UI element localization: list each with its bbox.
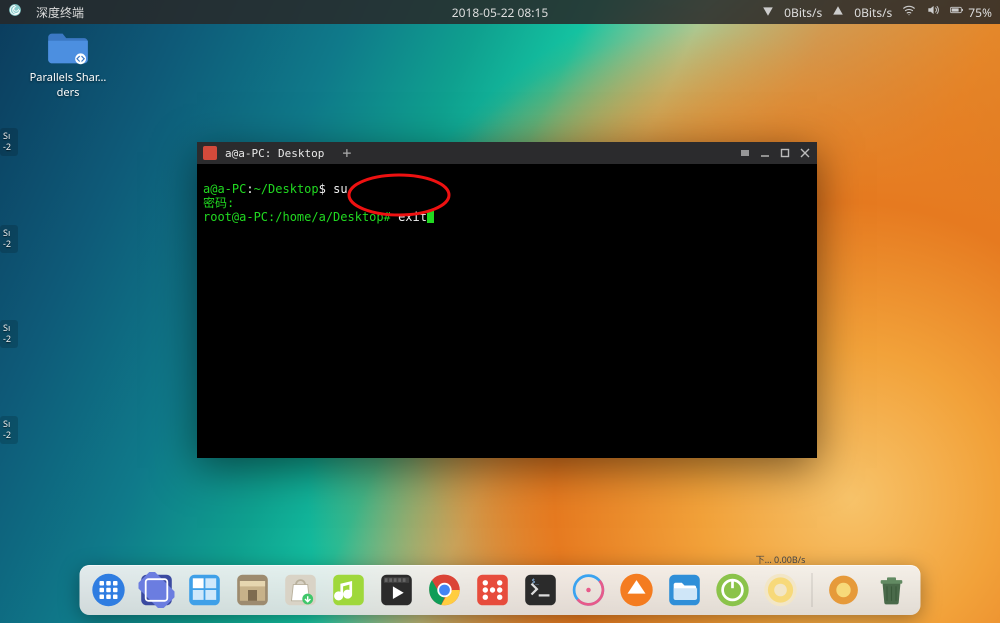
network-icon[interactable] <box>902 3 916 21</box>
term-sep: : <box>246 182 253 196</box>
dock-chrome[interactable] <box>426 571 464 609</box>
net-up-label: 0Bits/s <box>854 4 892 21</box>
new-tab-button[interactable]: + <box>342 146 351 161</box>
term-dollar: $ <box>319 182 326 196</box>
minimize-button[interactable] <box>759 147 771 159</box>
terminal-window[interactable]: a@a-PC: Desktop + a@a-PC:~/Desktop$ su 密… <box>197 142 817 458</box>
volume-icon[interactable] <box>926 3 940 21</box>
dock-power[interactable] <box>714 571 752 609</box>
svg-text:$_: $_ <box>532 578 540 585</box>
close-button[interactable] <box>799 147 811 159</box>
net-down-indicator <box>762 4 774 21</box>
dock-player[interactable] <box>378 571 416 609</box>
folder-icon <box>45 30 91 66</box>
window-menu-button[interactable] <box>739 147 751 159</box>
battery-icon[interactable] <box>950 3 964 21</box>
maximize-button[interactable] <box>779 147 791 159</box>
dock-separator <box>812 573 813 607</box>
terminal-body[interactable]: a@a-PC:~/Desktop$ su 密码: root@a-PC:/home… <box>197 164 817 458</box>
dock-system[interactable]: 下… 0.00B/s <box>762 571 800 609</box>
dock-store[interactable] <box>234 571 272 609</box>
edge-widget: Sı -2 <box>0 320 18 348</box>
dock-launcher[interactable] <box>90 571 128 609</box>
dock-terminal[interactable]: $_ <box>522 571 560 609</box>
term-prompt-user: a@a-PC <box>203 182 246 196</box>
dock-ring[interactable] <box>570 571 608 609</box>
terminal-titlebar[interactable]: a@a-PC: Desktop + <box>197 142 817 164</box>
active-app-title: 深度终端 <box>36 4 84 21</box>
net-down-label: 0Bits/s <box>784 4 822 21</box>
term-root-prompt: root@a-PC:/home/a/Desktop# <box>203 210 391 224</box>
term-cmd-exit: exit <box>398 210 427 224</box>
dock-dice[interactable] <box>474 571 512 609</box>
dock-package[interactable] <box>282 571 320 609</box>
term-password-prompt: 密码: <box>203 196 234 210</box>
term-path: ~/Desktop <box>254 182 319 196</box>
dock-trash[interactable] <box>873 571 911 609</box>
dock: $_ 下… 0.00B/s <box>80 565 921 615</box>
desktop-icon-label: Parallels Shar…ders <box>28 70 108 100</box>
dock-folder[interactable] <box>666 571 704 609</box>
net-up-indicator <box>832 4 844 21</box>
edge-widget: Sı -2 <box>0 416 18 444</box>
dock-unknown[interactable] <box>825 571 863 609</box>
distro-logo-icon[interactable] <box>8 3 26 21</box>
terminal-cursor <box>427 211 434 223</box>
desktop-icon-parallels-shared[interactable]: Parallels Shar…ders <box>28 30 108 100</box>
dock-music[interactable] <box>330 571 368 609</box>
edge-widget: Sı -2 <box>0 128 18 156</box>
dock-updater[interactable] <box>618 571 656 609</box>
clock[interactable]: 2018-05-22 08:15 <box>452 4 548 21</box>
term-cmd-su: su <box>333 182 347 196</box>
terminal-app-icon <box>203 146 217 160</box>
top-panel: 深度终端 2018-05-22 08:15 0Bits/s 0Bits/s 75… <box>0 0 1000 24</box>
battery-label: 75% <box>968 4 992 21</box>
terminal-tab-title[interactable]: a@a-PC: Desktop <box>225 147 324 160</box>
edge-widget: Sı -2 <box>0 225 18 253</box>
dock-file-manager[interactable] <box>138 571 176 609</box>
dock-workspaces[interactable] <box>186 571 224 609</box>
dock-tooltip: 下… 0.00B/s <box>756 553 806 566</box>
